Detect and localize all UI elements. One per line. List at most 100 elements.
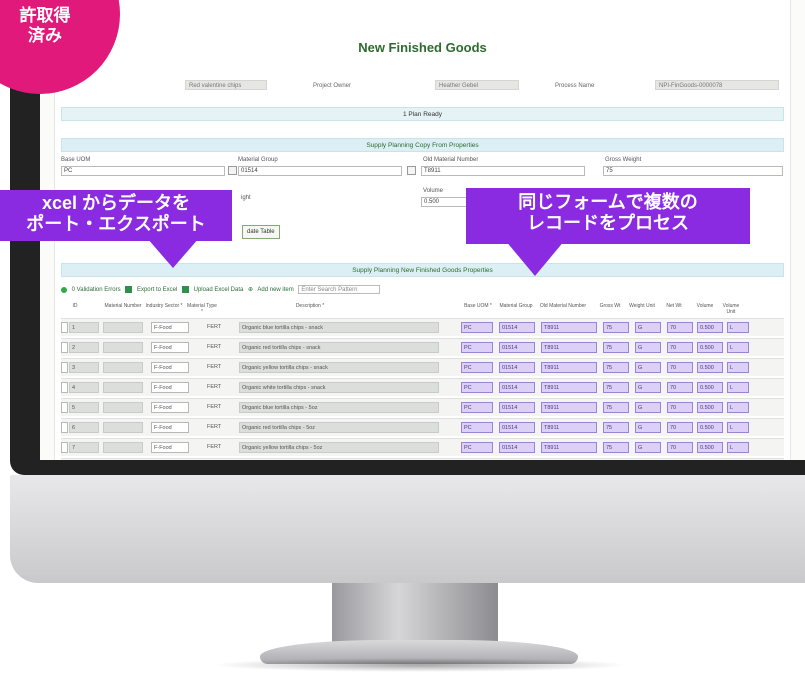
volume-cell[interactable]: 0.500 — [697, 342, 723, 353]
process-field[interactable]: NPI-FinGoods-0000078 — [655, 80, 779, 90]
material-number-cell[interactable] — [103, 342, 143, 353]
column-header[interactable]: Material Number — [103, 303, 143, 309]
base-uom-input[interactable]: PC — [61, 166, 225, 176]
column-header[interactable]: Base UOM * — [461, 303, 495, 309]
industry-sector-cell[interactable]: F-Food — [151, 322, 189, 333]
search-input[interactable]: Enter Search Pattern — [298, 285, 381, 294]
industry-sector-cell[interactable]: F-Food — [151, 422, 189, 433]
material-group-cell[interactable]: 01514 — [499, 342, 535, 353]
base-uom-cell[interactable]: PC — [461, 422, 493, 433]
description-cell[interactable]: Organic white tortilla chips - snack — [239, 382, 439, 393]
net-wt-cell[interactable]: 70 — [667, 382, 693, 393]
volume-unit-cell[interactable]: L — [727, 362, 749, 373]
base-uom-cell[interactable]: PC — [461, 442, 493, 453]
gross-wt-cell[interactable]: 75 — [603, 442, 629, 453]
industry-sector-cell[interactable]: F-Food — [151, 342, 189, 353]
column-header[interactable]: Industry Sector * — [145, 303, 183, 309]
table-row[interactable]: 1 F-Food FERT Organic blue tortilla chips -… — [61, 318, 784, 336]
upload-excel-link[interactable]: Upload Excel Data — [194, 287, 244, 293]
select-checkbox[interactable] — [61, 362, 68, 373]
table-row[interactable]: 5 F-Food FERT Organic blue tortilla chips -… — [61, 398, 784, 416]
volume-unit-cell[interactable]: L — [727, 342, 749, 353]
base-uom-cell[interactable]: PC — [461, 382, 493, 393]
row-id[interactable]: 7 — [69, 442, 99, 453]
volume-unit-cell[interactable]: L — [727, 422, 749, 433]
material-group-cell[interactable]: 01514 — [499, 442, 535, 453]
column-header[interactable]: Volume Unit — [721, 303, 741, 315]
lookup-icon[interactable] — [228, 166, 237, 175]
column-header[interactable]: Weight Unit — [627, 303, 657, 309]
validation-errors-link[interactable]: 0 Validation Errors — [72, 287, 121, 293]
base-uom-cell[interactable]: PC — [461, 322, 493, 333]
gross-wt-cell[interactable]: 75 — [603, 322, 629, 333]
description-cell[interactable]: Organic red tortilla chips - snack — [239, 342, 439, 353]
volume-cell[interactable]: 0.500 — [697, 382, 723, 393]
column-header[interactable]: Material Group — [499, 303, 533, 309]
gross-weight-input[interactable]: 75 — [603, 166, 783, 176]
gross-wt-cell[interactable]: 75 — [603, 382, 629, 393]
material-number-cell[interactable] — [103, 402, 143, 413]
owner-field[interactable]: Heather Gebel — [435, 80, 519, 90]
material-group-input[interactable]: 01514 — [238, 166, 402, 176]
material-number-cell[interactable] — [103, 422, 143, 433]
material-group-cell[interactable]: 01514 — [499, 322, 535, 333]
old-material-cell[interactable]: T8911 — [541, 422, 597, 433]
old-material-cell[interactable]: T8911 — [541, 322, 597, 333]
select-checkbox[interactable] — [61, 382, 68, 393]
weight-unit-cell[interactable]: G — [635, 402, 661, 413]
weight-unit-cell[interactable]: G — [635, 422, 661, 433]
row-id[interactable]: 1 — [69, 322, 99, 333]
table-row[interactable]: 3 F-Food FERT Organic yellow tortilla chips… — [61, 358, 784, 376]
select-checkbox[interactable] — [61, 422, 68, 433]
weight-unit-cell[interactable]: G — [635, 362, 661, 373]
select-checkbox[interactable] — [61, 342, 68, 353]
base-uom-cell[interactable]: PC — [461, 342, 493, 353]
net-wt-cell[interactable]: 70 — [667, 362, 693, 373]
select-checkbox[interactable] — [61, 322, 68, 333]
volume-cell[interactable]: 0.500 — [697, 442, 723, 453]
material-number-cell[interactable] — [103, 362, 143, 373]
old-material-input[interactable]: T8911 — [421, 166, 585, 176]
column-header[interactable]: Description * — [235, 303, 385, 309]
industry-sector-cell[interactable]: F-Food — [151, 382, 189, 393]
material-group-cell[interactable]: 01514 — [499, 402, 535, 413]
lookup-icon[interactable] — [407, 166, 416, 175]
industry-sector-cell[interactable]: F-Food — [151, 442, 189, 453]
row-id[interactable]: 6 — [69, 422, 99, 433]
gross-wt-cell[interactable]: 75 — [603, 342, 629, 353]
row-id[interactable]: 5 — [69, 402, 99, 413]
select-checkbox[interactable] — [61, 442, 68, 453]
old-material-cell[interactable]: T8911 — [541, 442, 597, 453]
table-row[interactable]: 6 F-Food FERT Organic red tortilla chips - … — [61, 418, 784, 436]
material-group-cell[interactable]: 01514 — [499, 422, 535, 433]
column-header[interactable]: ID — [69, 303, 81, 309]
volume-cell[interactable]: 0.500 — [697, 362, 723, 373]
old-material-cell[interactable]: T8911 — [541, 362, 597, 373]
update-table-button[interactable]: date Table — [242, 225, 280, 239]
gross-wt-cell[interactable]: 75 — [603, 422, 629, 433]
column-header[interactable]: Gross Wt — [595, 303, 625, 309]
net-wt-cell[interactable]: 70 — [667, 322, 693, 333]
volume-unit-cell[interactable]: L — [727, 442, 749, 453]
old-material-cell[interactable]: T8911 — [541, 382, 597, 393]
gross-wt-cell[interactable]: 75 — [603, 402, 629, 413]
industry-sector-cell[interactable]: F-Food — [151, 362, 189, 373]
column-header[interactable]: Volume — [691, 303, 719, 309]
volume-cell[interactable]: 0.500 — [697, 402, 723, 413]
description-cell[interactable]: Organic red tortilla chips - 5oz — [239, 422, 439, 433]
old-material-cell[interactable]: T8911 — [541, 342, 597, 353]
material-group-cell[interactable]: 01514 — [499, 362, 535, 373]
net-wt-cell[interactable]: 70 — [667, 342, 693, 353]
table-row[interactable]: 7 F-Food FERT Organic yellow tortilla chips… — [61, 438, 784, 456]
description-cell[interactable]: Organic yellow tortilla chips - snack — [239, 362, 439, 373]
table-row[interactable]: 8F-FoodFERTOrganic white tortilla chips … — [61, 458, 784, 460]
table-row[interactable]: 2 F-Food FERT Organic red tortilla chips - … — [61, 338, 784, 356]
material-number-cell[interactable] — [103, 322, 143, 333]
column-header[interactable]: Old Material Number — [535, 303, 591, 309]
export-excel-link[interactable]: Export to Excel — [137, 287, 177, 293]
select-checkbox[interactable] — [61, 402, 68, 413]
weight-unit-cell[interactable]: G — [635, 442, 661, 453]
material-group-cell[interactable]: 01514 — [499, 382, 535, 393]
industry-sector-cell[interactable]: F-Food — [151, 402, 189, 413]
gross-wt-cell[interactable]: 75 — [603, 362, 629, 373]
